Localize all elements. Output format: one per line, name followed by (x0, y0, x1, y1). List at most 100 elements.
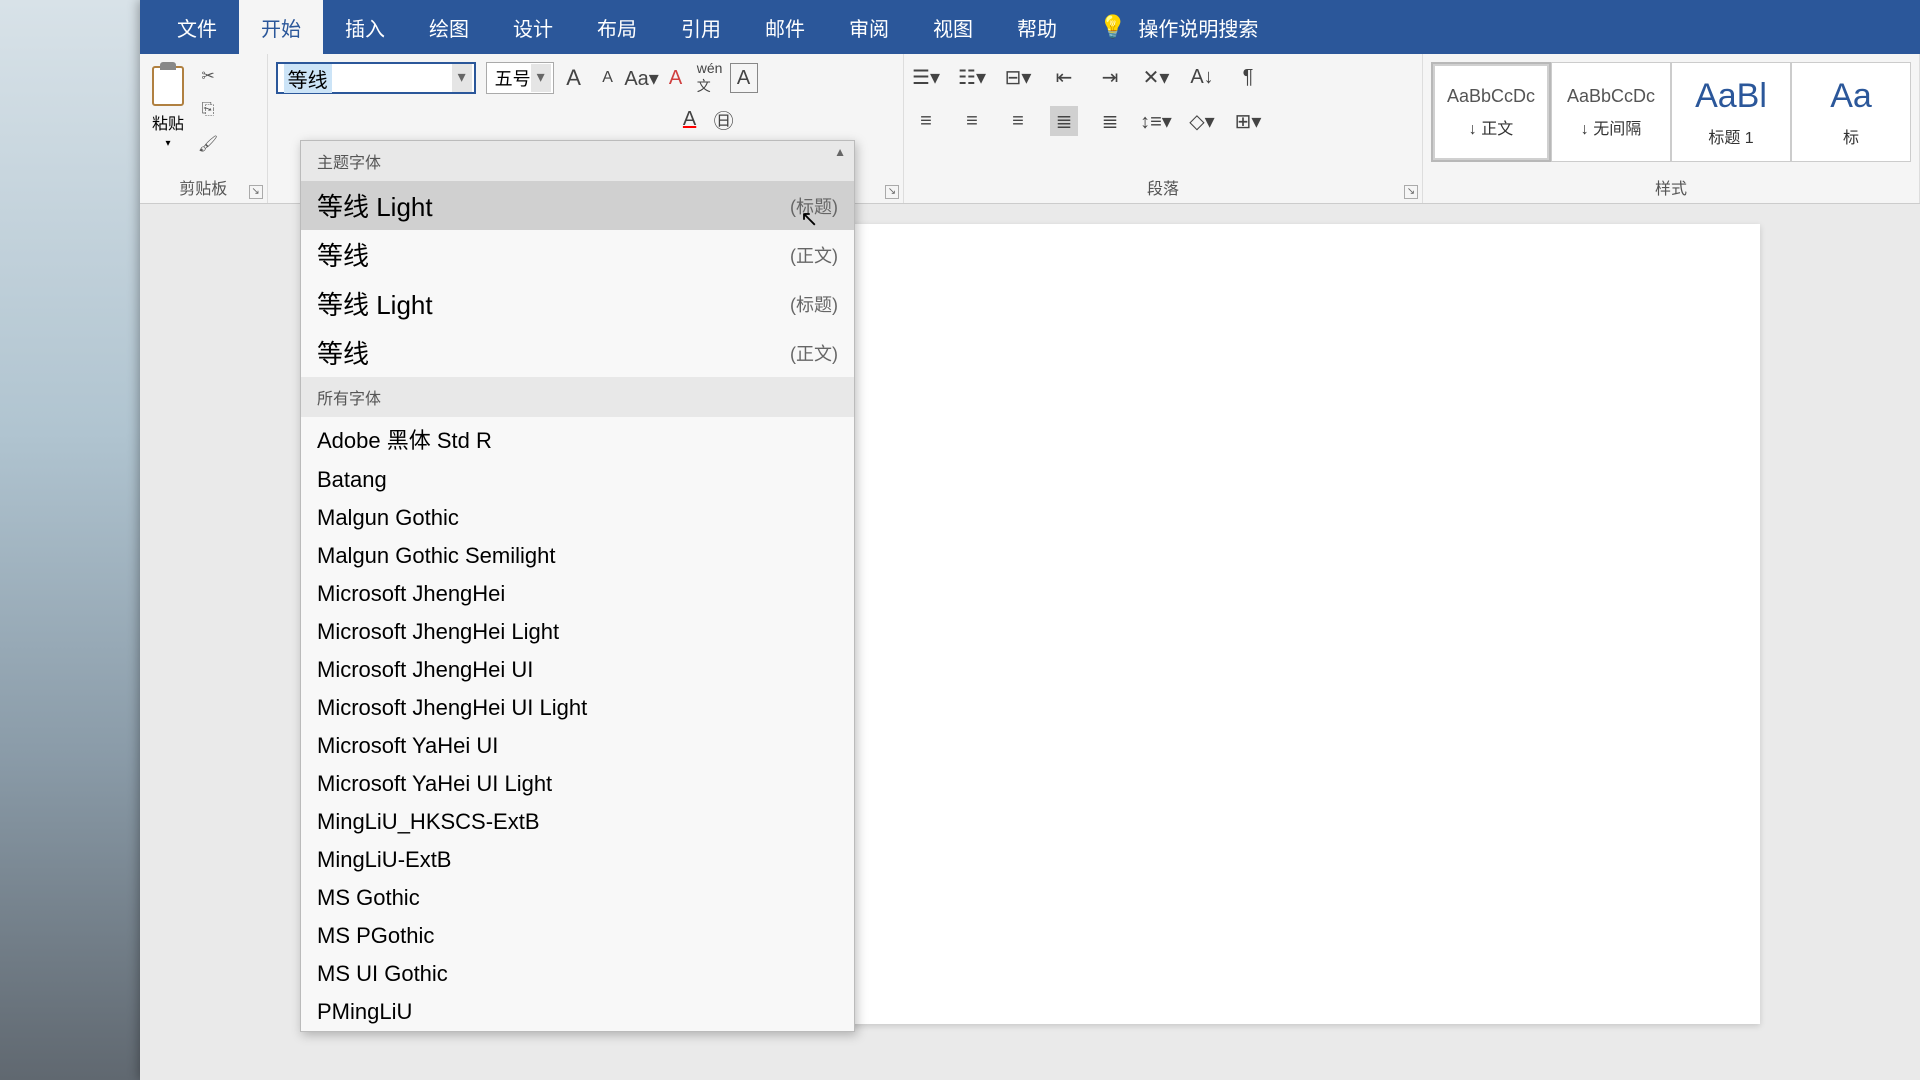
tab-help[interactable]: 帮助 (995, 0, 1079, 56)
font-option[interactable]: 等线 Light(标题) (301, 181, 854, 230)
font-option-name: 等线 Light (317, 285, 433, 322)
sort-button[interactable]: A↓ (1188, 62, 1216, 92)
copy-button[interactable]: ⎘ (194, 96, 222, 124)
tab-references[interactable]: 引用 (659, 0, 743, 56)
font-option-name: 等线 (317, 334, 369, 371)
font-size-combo[interactable]: 五号 ▾ (486, 62, 554, 94)
cut-button[interactable]: ✂ (194, 62, 222, 90)
grow-font-button[interactable]: A (560, 63, 588, 93)
align-left-button[interactable]: ≡ (912, 106, 940, 136)
font-color-button[interactable]: A (676, 104, 704, 134)
font-option[interactable]: Microsoft JhengHei UI Light (301, 689, 854, 727)
multilevel-list-button[interactable]: ⊟▾ (1004, 62, 1032, 92)
style-label: ↓ 正文 (1469, 115, 1513, 139)
align-right-button[interactable]: ≡ (1004, 106, 1032, 136)
font-option-name: MS UI Gothic (317, 961, 448, 987)
dropdown-section-all: 所有字体 (301, 377, 854, 417)
tab-insert[interactable]: 插入 (323, 0, 407, 56)
shading-button[interactable]: ◇▾ (1188, 106, 1216, 136)
style-preview: AaBl (1695, 77, 1767, 116)
font-option-name: MS PGothic (317, 923, 434, 949)
phonetic-guide-button[interactable]: wén文 (696, 63, 724, 93)
scroll-up-icon[interactable]: ▲ (834, 145, 846, 159)
tab-draw[interactable]: 绘图 (407, 0, 491, 56)
align-center-button[interactable]: ≡ (958, 106, 986, 136)
numbering-button[interactable]: ☷▾ (958, 62, 986, 92)
increase-indent-button[interactable]: ⇥ (1096, 62, 1124, 92)
tell-me-label: 操作说明搜索 (1138, 13, 1258, 42)
style-item[interactable]: AaBbCcDc↓ 无间隔 (1551, 62, 1671, 162)
decrease-indent-button[interactable]: ⇤ (1050, 62, 1078, 92)
font-option[interactable]: 等线(正文) (301, 328, 854, 377)
style-item[interactable]: Aa标 (1791, 62, 1911, 162)
shrink-font-button[interactable]: A (594, 63, 622, 93)
font-option[interactable]: MS PGothic (301, 917, 854, 955)
tab-review[interactable]: 审阅 (827, 0, 911, 56)
font-option[interactable]: MingLiU_HKSCS-ExtB (301, 803, 854, 841)
font-option-name: 等线 (317, 236, 369, 273)
font-option-name: Malgun Gothic Semilight (317, 543, 555, 569)
font-option-name: Microsoft YaHei UI (317, 733, 498, 759)
tab-mailings[interactable]: 邮件 (743, 0, 827, 56)
font-option-suffix: (标题) (790, 291, 838, 317)
tab-layout[interactable]: 布局 (575, 0, 659, 56)
font-option[interactable]: Microsoft YaHei UI Light (301, 765, 854, 803)
font-name-value: 等线 (284, 64, 332, 93)
tab-view[interactable]: 视图 (911, 0, 995, 56)
font-option[interactable]: 等线(正文) (301, 230, 854, 279)
change-case-button[interactable]: Aa▾ (628, 63, 656, 93)
paste-button[interactable]: 粘贴 ▾ (148, 62, 188, 153)
group-styles-label: 样式 (1431, 171, 1911, 199)
line-spacing-button[interactable]: ↕≡▾ (1142, 106, 1170, 136)
align-justify-button[interactable]: ≣ (1050, 106, 1078, 136)
clipboard-icon (152, 66, 184, 106)
font-option[interactable]: Microsoft JhengHei Light (301, 613, 854, 651)
style-label: 标 (1843, 124, 1859, 148)
font-option[interactable]: MingLiU-ExtB (301, 841, 854, 879)
tab-home[interactable]: 开始 (239, 0, 323, 56)
font-option[interactable]: 等线 Light (标题) (301, 279, 854, 328)
bullets-button[interactable]: ☰▾ (912, 62, 940, 92)
paragraph-expand-icon[interactable]: ↘ (1404, 185, 1418, 199)
style-label: 标题 1 (1708, 124, 1753, 148)
font-option[interactable]: Microsoft YaHei UI (301, 727, 854, 765)
show-marks-button[interactable]: ¶ (1234, 62, 1262, 92)
font-option-name: Malgun Gothic (317, 505, 459, 531)
tab-design[interactable]: 设计 (491, 0, 575, 56)
format-painter-button[interactable]: 🖌 (194, 130, 222, 158)
ribbon-tabs: 文件 开始 插入 绘图 设计 布局 引用 邮件 审阅 视图 帮助 💡 操作说明搜… (140, 0, 1920, 54)
style-label: ↓ 无间隔 (1581, 115, 1641, 139)
asian-layout-button[interactable]: ✕▾ (1142, 62, 1170, 92)
font-option[interactable]: Adobe 黑体 Std R (301, 417, 854, 461)
font-option[interactable]: Microsoft JhengHei UI (301, 651, 854, 689)
font-option[interactable]: Malgun Gothic (301, 499, 854, 537)
font-name-combo[interactable]: 等线 ▾ (276, 62, 476, 94)
style-item[interactable]: AaBbCcDc↓ 正文 (1431, 62, 1551, 162)
font-option[interactable]: PMingLiU (301, 993, 854, 1031)
font-option[interactable]: MS UI Gothic (301, 955, 854, 993)
font-expand-icon[interactable]: ↘ (885, 185, 899, 199)
tab-file[interactable]: 文件 (155, 0, 239, 56)
style-item[interactable]: AaBl 标题 1 (1671, 62, 1791, 162)
chevron-down-icon[interactable]: ▾ (531, 64, 551, 92)
font-option[interactable]: Malgun Gothic Semilight (301, 537, 854, 575)
tell-me-search[interactable]: 💡 操作说明搜索 (1099, 13, 1258, 42)
chevron-down-icon[interactable]: ▾ (452, 64, 472, 92)
group-paragraph-label: 段落 (912, 171, 1414, 199)
font-option[interactable]: Microsoft JhengHei (301, 575, 854, 613)
font-option[interactable]: MS Gothic (301, 879, 854, 917)
font-option-name: PMingLiU (317, 999, 412, 1025)
group-clipboard: 粘贴 ▾ ✂ ⎘ 🖌 剪贴板 ↘ (140, 54, 268, 203)
chevron-down-icon: ▾ (165, 138, 170, 149)
font-option-name: Microsoft JhengHei (317, 581, 505, 607)
font-option-name: 等线 Light (317, 187, 433, 224)
font-size-value: 五号 (495, 65, 531, 91)
clear-formatting-button[interactable]: A (662, 63, 690, 93)
clipboard-expand-icon[interactable]: ↘ (249, 185, 263, 199)
char-border-button[interactable]: A (730, 63, 758, 93)
font-option[interactable]: Batang (301, 461, 854, 499)
group-styles: AaBbCcDc↓ 正文AaBbCcDc↓ 无间隔 AaBl 标题 1 Aa标 样式 (1423, 54, 1920, 203)
borders-button[interactable]: ⊞▾ (1234, 106, 1262, 136)
enclose-char-button[interactable]: ㊐ (710, 104, 738, 134)
distributed-button[interactable]: ≣ (1096, 106, 1124, 136)
